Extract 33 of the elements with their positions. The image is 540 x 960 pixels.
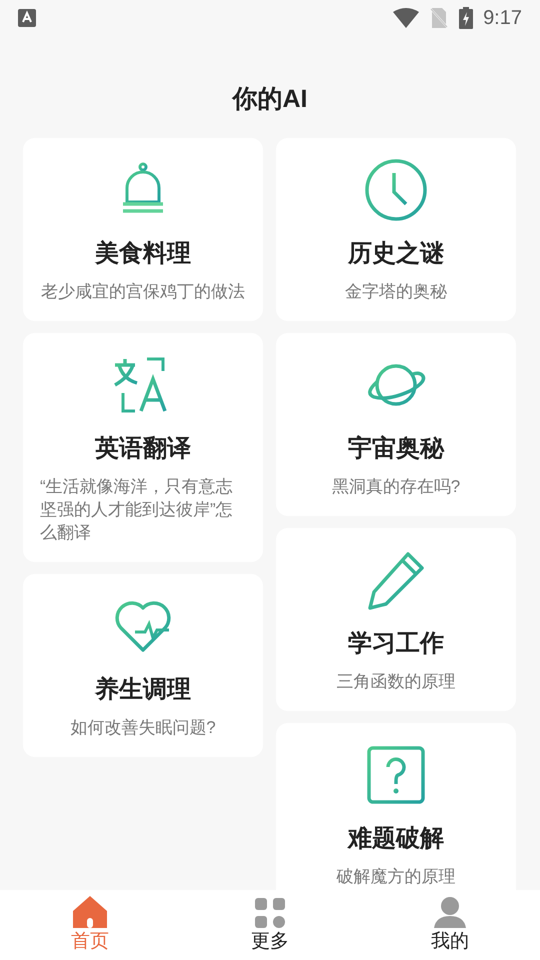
topic-card[interactable]: 美食料理 老少咸宜的宫保鸡丁的做法: [23, 138, 263, 321]
person-icon: [434, 896, 466, 928]
card-subtitle: 金字塔的奥秘: [345, 281, 447, 303]
card-subtitle: 三角函数的原理: [336, 671, 456, 693]
card-title: 英语翻译: [95, 434, 191, 464]
topic-card[interactable]: 难题破解 破解魔方的原理: [276, 723, 516, 890]
card-subtitle: 破解魔方的原理: [336, 866, 456, 888]
page-title: 你的AI: [230, 84, 308, 115]
nav-tab[interactable]: 我的: [360, 890, 540, 960]
card-subtitle: 如何改善失眠问题?: [70, 717, 216, 739]
grid-icon: [255, 898, 285, 928]
battery-charging-icon: [459, 7, 474, 29]
clock-icon: [364, 158, 428, 222]
nav-tab[interactable]: 更多: [180, 890, 360, 960]
card-title: 学习工作: [348, 629, 444, 659]
card-title: 宇宙奥秘: [348, 434, 444, 464]
keyboard-icon: [18, 9, 36, 27]
card-subtitle: “生活就像海洋，只有意志坚强的人才能到达彼岸”怎么翻译: [40, 476, 234, 544]
topic-card[interactable]: 历史之谜 金字塔的奥秘: [276, 138, 516, 321]
home-icon: [73, 896, 107, 928]
wifi-icon: [393, 8, 420, 28]
card-title: 难题破解: [348, 824, 444, 854]
clock-time: 9:17: [483, 6, 522, 31]
card-title: 历史之谜: [348, 239, 444, 269]
topic-card[interactable]: 养生调理 如何改善失眠问题?: [23, 574, 263, 757]
card-subtitle: 老少咸宜的宫保鸡丁的做法: [41, 281, 245, 303]
card-title: 养生调理: [95, 675, 191, 705]
topic-card[interactable]: 宇宙奥秘 黑洞真的存在吗?: [276, 333, 516, 516]
card-title: 美食料理: [95, 239, 191, 269]
topic-card[interactable]: 英语翻译 “生活就像海洋，只有意志坚强的人才能到达彼岸”怎么翻译: [23, 333, 263, 562]
topic-card[interactable]: 学习工作 三角函数的原理: [276, 528, 516, 711]
card-subtitle: 黑洞真的存在吗?: [332, 476, 460, 498]
no-sim-icon: [429, 7, 450, 29]
